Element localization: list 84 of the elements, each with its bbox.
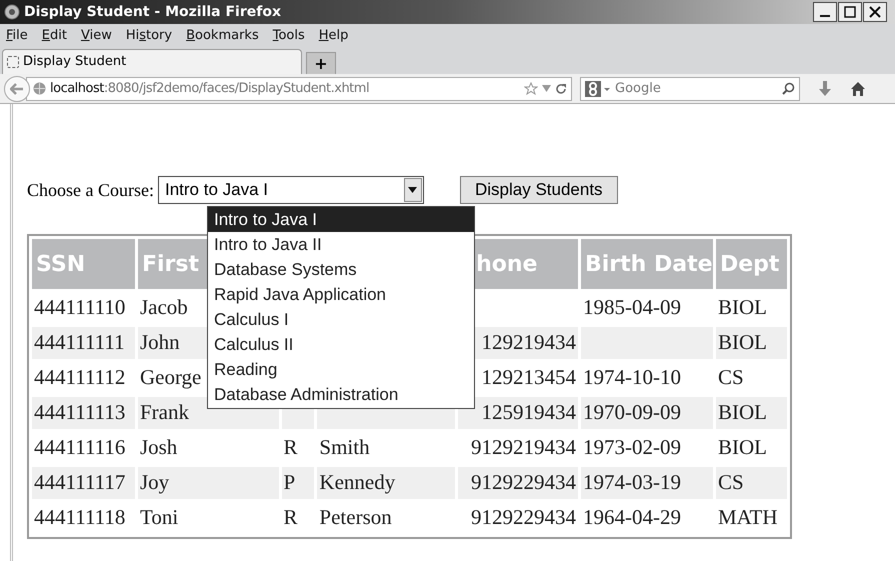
table-cell: 129219434 [482,330,576,354]
close-button[interactable] [863,2,887,22]
menu-item[interactable]: File [6,26,28,46]
course-option[interactable]: Intro to Java I [208,207,474,232]
back-button[interactable] [4,76,30,102]
table-cell: BIOL [718,400,767,424]
download-arrow-icon[interactable] [818,80,832,96]
table-cell: R [284,505,298,530]
table-cell: CS [718,470,744,494]
table-cell: BIOL [718,330,767,354]
course-option[interactable]: Reading [208,357,474,382]
table-cell: 9129219434 [471,435,576,460]
table-cell: Jacob [140,295,188,320]
table-cell: P [284,470,296,494]
table-cell: Toni [140,505,178,530]
maximize-button[interactable] [838,2,862,22]
menu-item[interactable]: View [80,26,112,46]
display-students-button[interactable]: Display Students [460,176,618,204]
caret-icon [408,187,418,193]
reload-icon[interactable] [555,82,567,94]
table-cell: 1964-04-29 [583,505,681,530]
column-header: SSN [32,239,135,289]
table-cell: 444111112 [34,365,126,390]
table-cell: 1974-10-10 [583,365,681,390]
minimize-button[interactable] [813,2,837,22]
dropdown-triangle-icon[interactable] [542,85,551,92]
course-option[interactable]: Calculus I [208,307,474,332]
globe-icon [33,82,46,95]
table-cell: 9129229434 [471,505,576,530]
table-cell: Kennedy [319,470,396,494]
new-tab-button[interactable]: + [306,52,336,74]
table-cell: 129213454 [482,365,576,390]
table-cell: Frank [140,400,189,424]
table-cell: George [140,365,202,390]
search-input[interactable]: Google [615,78,778,98]
table-cell: Joy [140,470,170,494]
table-cell: BIOL [718,435,767,460]
select-arrow-button[interactable] [404,178,422,202]
close-icon [869,6,881,18]
home-icon[interactable] [850,80,866,96]
menu-item[interactable]: Edit [42,26,67,46]
table-cell: Peterson [319,505,392,530]
course-select[interactable]: Intro to Java I [158,176,424,204]
table-cell: 1985-04-09 [583,295,681,320]
table-cell: 1974-03-19 [583,470,681,494]
url-text: localhost:8080/jsf2demo/faces/DisplayStudent.xhtml [50,80,370,98]
table-cell: Josh [140,435,178,460]
table-cell: 444111110 [34,295,126,320]
course-option[interactable]: Database Administration [208,382,474,407]
address-bar[interactable]: localhost:8080/jsf2demo/faces/DisplayStudent.xhtml [26,76,572,100]
table-cell: Smith [319,435,370,460]
browser-logo-icon [4,4,20,20]
minimize-icon [820,15,830,17]
table-cell: BIOL [718,295,767,320]
table-cell: 444111118 [34,505,126,530]
table-cell: 444111116 [34,435,126,460]
menu-item[interactable]: Bookmarks [186,26,259,46]
menu-item[interactable]: Help [318,26,348,46]
menu-item[interactable]: Tools [272,26,305,46]
course-option[interactable]: Calculus II [208,332,474,357]
table-cell: 125919434 [482,400,576,424]
table-cell: 444111117 [34,470,126,494]
table-cell: 1970-09-09 [583,400,681,424]
course-label: Choose a Course: [27,178,154,202]
window-title: Display Student - Mozilla Firefox [24,2,282,22]
table-cell: 444111113 [34,400,126,424]
table-cell: 1973-02-09 [583,435,681,460]
table-cell: 9129229434 [471,470,576,494]
table-cell: 444111111 [34,330,125,354]
back-arrow-icon [10,82,24,94]
table-cell: MATH [718,505,778,530]
search-engine-icon[interactable] [585,80,611,96]
column-header: Dept [716,239,787,289]
star-icon[interactable] [524,82,538,96]
menu-item[interactable]: History [126,26,172,46]
maximize-icon [844,6,856,18]
browser-tab[interactable]: Display Student [2,49,302,74]
search-field[interactable]: Google [580,76,800,100]
search-icon[interactable] [782,82,795,95]
page-icon [7,56,19,68]
table-cell: John [140,330,180,354]
table-cell: R [284,435,298,460]
column-header: Birth Date [581,239,713,289]
table-cell: CS [718,365,744,390]
